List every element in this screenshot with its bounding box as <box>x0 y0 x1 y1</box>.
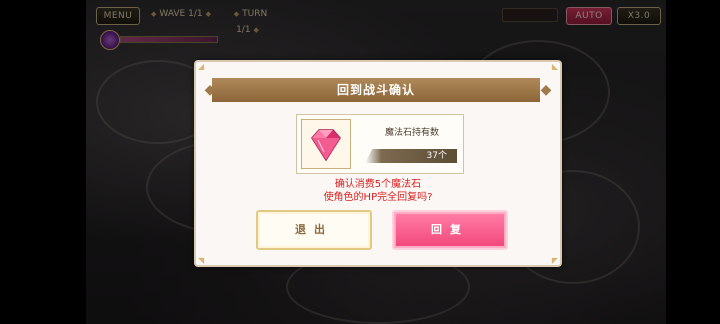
magic-stone-count: 37个 <box>426 151 447 161</box>
confirm-message: 确认消费5个魔法石 使角色的HP完全回复吗? <box>196 178 560 204</box>
corner-ornament: ◣ <box>551 62 558 71</box>
magic-stone-panel: 魔法石持有数 37个 <box>296 114 464 174</box>
revive-button[interactable]: 回复 <box>392 210 508 250</box>
corner-ornament: ◤ <box>551 256 558 265</box>
confirm-line-2: 使角色的HP完全回复吗? <box>323 192 433 203</box>
confirm-line-1: 确认消费5个魔法石 <box>334 179 422 190</box>
magic-stone-count-bar: 37个 <box>365 149 457 163</box>
title-right-flourish: ◆ <box>540 82 552 98</box>
magic-stone-gem-icon <box>301 119 351 169</box>
dialog-title: 回到战斗确认 <box>212 78 540 102</box>
magic-stone-label: 魔法石持有数 <box>384 128 439 138</box>
return-to-battle-dialog: ◢ ◣ ◆ 回到战斗确认 ◆ 魔法石持有数 37个 确认消费5个魔法石 使角色的… <box>194 60 562 267</box>
corner-ornament: ◢ <box>198 62 205 71</box>
exit-button[interactable]: 退出 <box>256 210 372 250</box>
corner-ornament: ◥ <box>198 256 205 265</box>
